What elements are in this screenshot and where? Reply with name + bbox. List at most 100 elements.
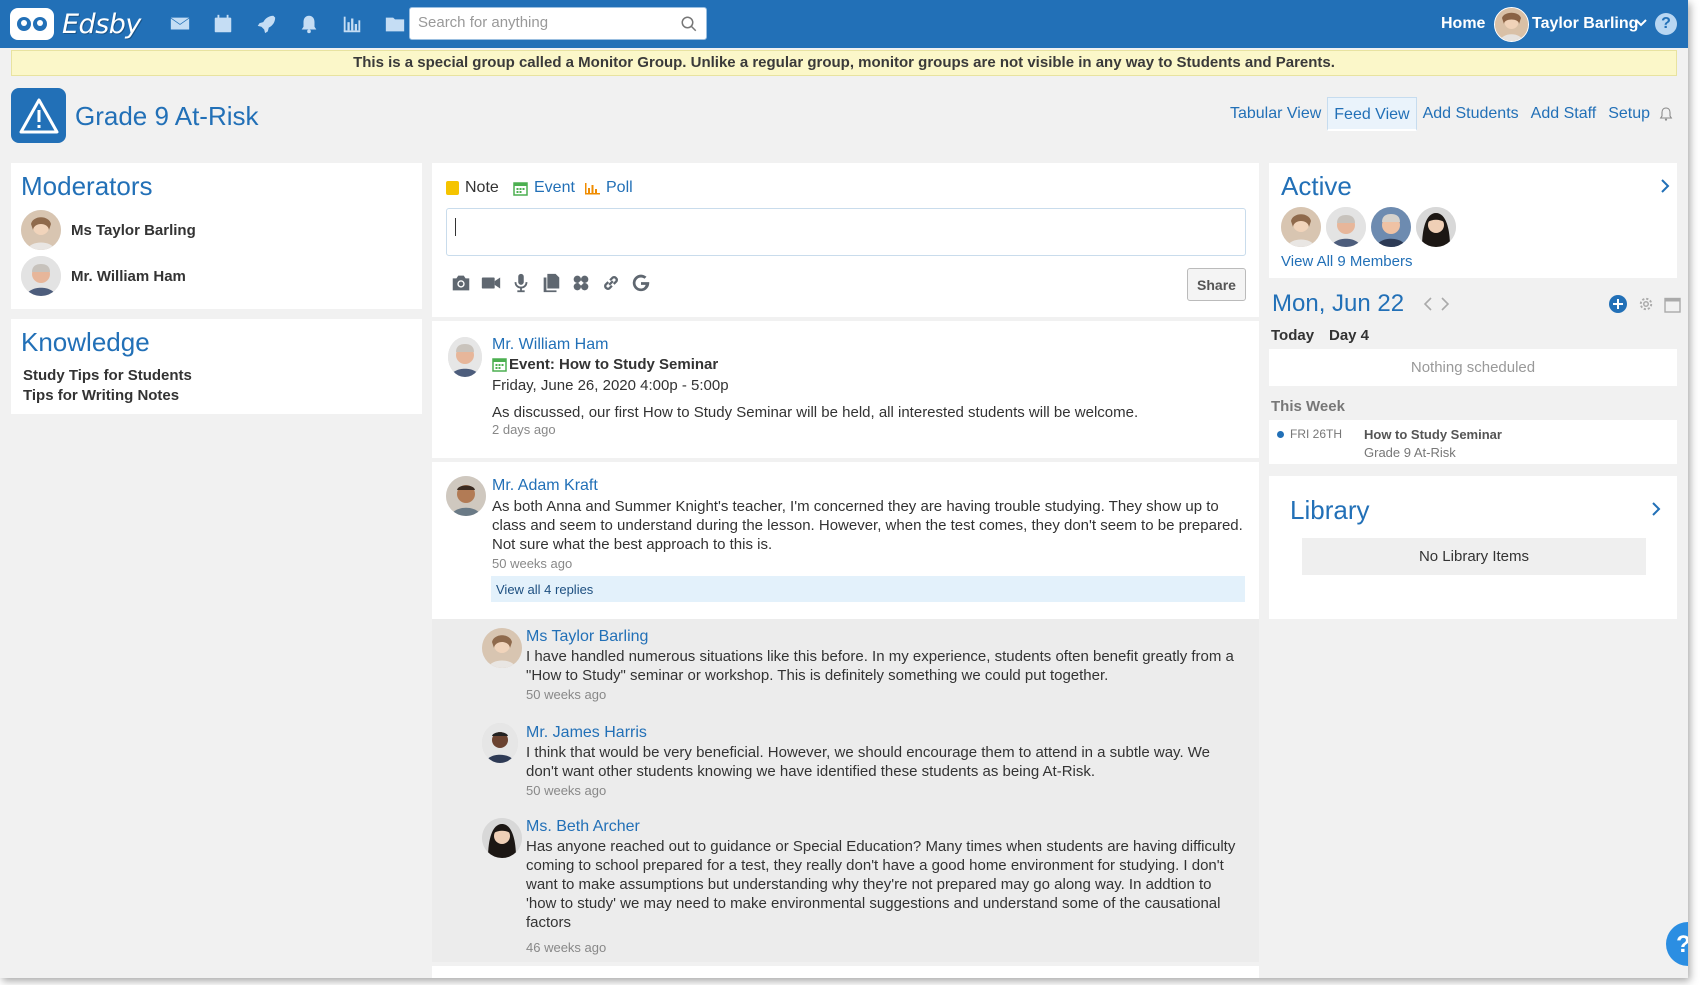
post-text: As both Anna and Summer Knight's teacher… bbox=[492, 498, 1243, 553]
video-icon[interactable] bbox=[476, 271, 506, 295]
post-text: As discussed, our first How to Study Sem… bbox=[492, 404, 1139, 421]
knowledge-card: Knowledge Study Tips for Students Tips f… bbox=[11, 319, 422, 414]
poll-type[interactable]: Poll bbox=[585, 179, 633, 197]
tab-feed-view[interactable]: Feed View bbox=[1327, 97, 1417, 131]
knowledge-item[interactable]: Study Tips for Students bbox=[23, 367, 192, 384]
microphone-icon[interactable] bbox=[506, 271, 536, 295]
event-time: Friday, June 26, 2020 4:00p - 5:00p bbox=[492, 377, 729, 394]
calendar-view-icon[interactable] bbox=[1664, 296, 1681, 313]
mail-icon[interactable] bbox=[158, 12, 201, 36]
knowledge-title: Knowledge bbox=[21, 327, 150, 357]
event-title: How to Study Seminar bbox=[559, 356, 719, 373]
chevron-right-icon[interactable] bbox=[1660, 178, 1670, 194]
setup-link[interactable]: Setup bbox=[1602, 97, 1656, 131]
reply-time: 50 weeks ago bbox=[526, 783, 607, 798]
warning-icon bbox=[11, 88, 66, 143]
group-title: Grade 9 At-Risk bbox=[75, 101, 259, 131]
feed-bottom-card bbox=[432, 966, 1259, 978]
tab-tabular-view[interactable]: Tabular View bbox=[1224, 97, 1327, 131]
top-bar: Edsby Home Taylor Barling ? bbox=[0, 0, 1688, 48]
today-label[interactable]: Today bbox=[1271, 327, 1314, 344]
bell-icon[interactable] bbox=[287, 12, 330, 36]
reply-time: 46 weeks ago bbox=[526, 940, 607, 955]
view-all-members-link[interactable]: View All 9 Members bbox=[1281, 253, 1412, 270]
note-icon bbox=[446, 181, 459, 195]
camera-icon[interactable] bbox=[446, 271, 476, 295]
moderator-name: Mr. William Ham bbox=[71, 267, 186, 285]
group-header-nav: Tabular View Feed View Add Students Add … bbox=[1224, 97, 1688, 131]
avatar[interactable] bbox=[482, 628, 522, 668]
reply-text: I think that would be very beneficial. H… bbox=[526, 744, 1211, 780]
avatar[interactable] bbox=[446, 476, 486, 516]
add-staff-link[interactable]: Add Staff bbox=[1525, 97, 1603, 131]
avatar[interactable] bbox=[1281, 207, 1321, 247]
monitor-group-banner: This is a special group called a Monitor… bbox=[11, 50, 1677, 76]
next-day-icon[interactable] bbox=[1440, 296, 1450, 312]
prev-day-icon[interactable] bbox=[1423, 296, 1433, 312]
notification-bell-icon[interactable] bbox=[1658, 106, 1674, 122]
post-event-line[interactable]: Event: How to Study Seminar bbox=[492, 356, 718, 373]
reply-author[interactable]: Ms Taylor Barling bbox=[526, 628, 648, 646]
help-icon[interactable]: ? bbox=[1655, 13, 1677, 35]
note-type[interactable]: Note bbox=[446, 179, 499, 197]
avatar[interactable] bbox=[1371, 207, 1411, 247]
avatar[interactable] bbox=[448, 337, 482, 377]
nothing-scheduled-label: Nothing scheduled bbox=[1410, 359, 1536, 376]
active-title: Active bbox=[1281, 171, 1352, 201]
edsby-logo[interactable]: Edsby bbox=[10, 6, 141, 42]
edsby-app: Edsby Home Taylor Barling ? This is a sp… bbox=[0, 0, 1688, 978]
user-name[interactable]: Taylor Barling bbox=[1532, 15, 1638, 33]
link-icon[interactable] bbox=[596, 271, 626, 295]
google-icon[interactable] bbox=[626, 271, 656, 295]
calendar-event[interactable]: FRI 26TH How to Study Seminar Grade 9 At… bbox=[1269, 420, 1677, 464]
home-link[interactable]: Home bbox=[1441, 15, 1485, 33]
moderators-title: Moderators bbox=[21, 171, 153, 201]
help-question-icon: ? bbox=[1676, 931, 1688, 959]
avatar[interactable] bbox=[1326, 207, 1366, 247]
chevron-down-icon[interactable] bbox=[1635, 18, 1647, 28]
moderator-name: Ms Taylor Barling bbox=[71, 221, 196, 239]
reply-text: I have handled numerous situations like … bbox=[526, 648, 1234, 684]
day-cycle-label: Day 4 bbox=[1329, 327, 1370, 344]
event-type[interactable]: Event bbox=[513, 179, 575, 197]
reply: Ms. Beth Archer Has anyone reached out t… bbox=[432, 809, 1259, 962]
moderator-item[interactable]: Ms Taylor Barling bbox=[21, 210, 196, 250]
avatar[interactable] bbox=[482, 723, 518, 763]
reply-text: Has anyone reached out to guidance or Sp… bbox=[526, 838, 1236, 931]
add-students-link[interactable]: Add Students bbox=[1417, 97, 1525, 131]
library-title: Library bbox=[1290, 495, 1370, 525]
share-button[interactable]: Share bbox=[1187, 268, 1246, 301]
reply-author[interactable]: Mr. James Harris bbox=[526, 724, 647, 742]
reply-author[interactable]: Ms. Beth Archer bbox=[526, 818, 640, 836]
library-empty-label: No Library Items bbox=[1418, 548, 1530, 565]
knowledge-item[interactable]: Tips for Writing Notes bbox=[23, 387, 179, 404]
rocket-icon[interactable] bbox=[244, 12, 287, 36]
post-author[interactable]: Mr. Adam Kraft bbox=[492, 477, 598, 495]
chart-icon[interactable] bbox=[330, 12, 373, 36]
documents-icon[interactable] bbox=[536, 271, 566, 295]
add-event-icon[interactable] bbox=[1609, 295, 1627, 313]
calendar-icon[interactable] bbox=[201, 12, 244, 36]
avatar[interactable] bbox=[482, 818, 522, 858]
post-input[interactable] bbox=[446, 208, 1246, 256]
avatar[interactable] bbox=[1416, 207, 1456, 247]
note-label: Note bbox=[465, 179, 499, 196]
floating-help-button[interactable]: ? bbox=[1666, 922, 1688, 966]
view-all-replies-label: View all 4 replies bbox=[496, 582, 594, 597]
search-input[interactable] bbox=[418, 14, 668, 31]
search-icon[interactable] bbox=[680, 15, 698, 33]
event-title: How to Study Seminar bbox=[1364, 427, 1502, 442]
post-author[interactable]: Mr. William Ham bbox=[492, 336, 608, 354]
replies-thread: Ms Taylor Barling I have handled numerou… bbox=[432, 619, 1259, 962]
event-group: Grade 9 At-Risk bbox=[1364, 445, 1456, 460]
user-avatar[interactable] bbox=[1494, 7, 1529, 42]
avatar bbox=[21, 210, 61, 250]
search-box bbox=[409, 7, 707, 40]
moderator-item[interactable]: Mr. William Ham bbox=[21, 256, 186, 296]
chevron-right-icon[interactable] bbox=[1651, 501, 1661, 517]
event-label: Event bbox=[534, 179, 575, 196]
dropbox-icon[interactable] bbox=[566, 271, 596, 295]
view-all-replies-link[interactable]: View all 4 replies bbox=[491, 576, 1245, 602]
avatar bbox=[21, 256, 61, 296]
gear-icon[interactable] bbox=[1637, 295, 1655, 313]
